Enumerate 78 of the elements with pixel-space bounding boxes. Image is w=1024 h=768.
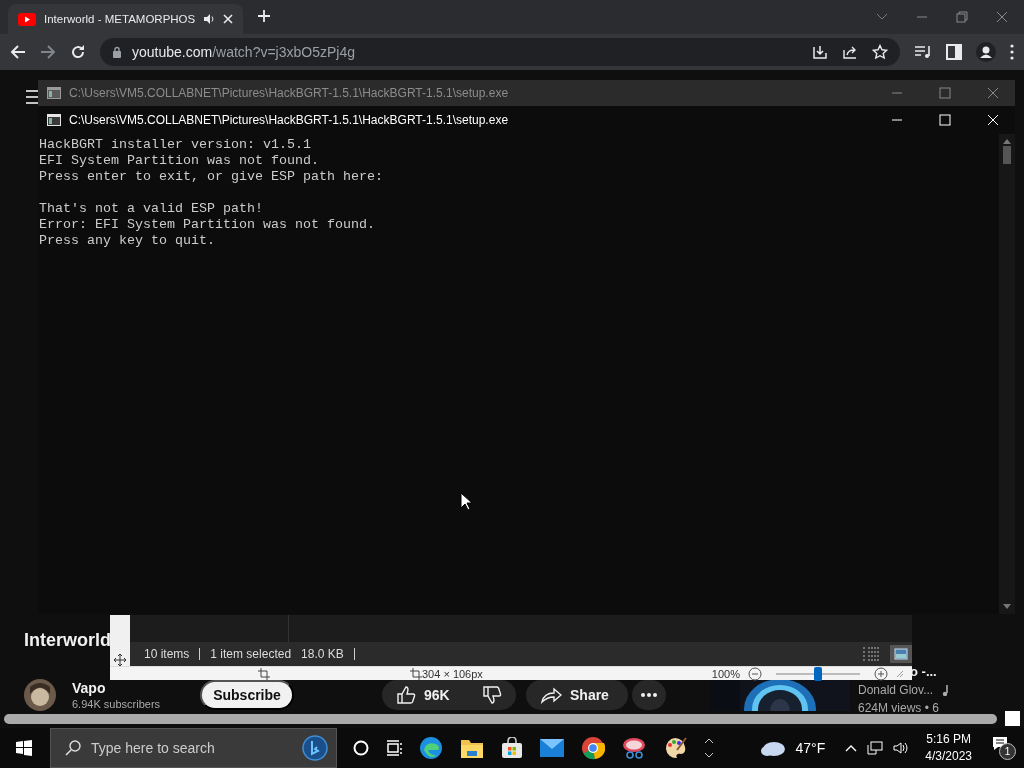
scroll-up-icon[interactable]: [705, 738, 713, 743]
folder-icon[interactable]: [460, 737, 484, 759]
avatar: [24, 679, 56, 711]
snipping-tool-icon[interactable]: [622, 736, 646, 760]
like-button[interactable]: 96K: [382, 680, 516, 710]
back-icon[interactable]: [10, 44, 26, 60]
crop-icon[interactable]: [410, 667, 422, 680]
mouse-cursor-icon: [460, 492, 472, 511]
task-view-icon[interactable]: [386, 740, 402, 756]
subscriber-count: 6.94K subscribers: [72, 698, 161, 710]
url-text: youtube.com/watch?v=j3xbO5zPj4g: [132, 44, 355, 60]
resize-grip-icon: [896, 669, 904, 678]
address-bar[interactable]: youtube.com/watch?v=j3xbO5zPj4g: [100, 38, 900, 66]
play-logo-icon: [18, 12, 36, 26]
chevron-up-icon[interactable]: [845, 744, 858, 752]
selection-size: 18.0 KB: [301, 647, 344, 661]
subscribe-button[interactable]: Subscribe: [200, 680, 294, 710]
thumbs-up-icon: [396, 685, 416, 705]
tab-title: Interworld - METAMORPHOS: [44, 13, 196, 25]
profile-icon[interactable]: [976, 42, 996, 62]
clock[interactable]: 5:16 PM 4/3/2023: [925, 731, 972, 765]
store-icon[interactable]: [501, 737, 523, 759]
bing-icon: [302, 735, 328, 761]
chevron-down-icon[interactable]: [876, 13, 888, 21]
new-tab-icon[interactable]: [257, 8, 272, 23]
speaker-icon: [203, 13, 216, 25]
suggestion-views: 624M views • 6: [858, 701, 939, 715]
channel-name[interactable]: Vapo: [72, 680, 106, 696]
star-icon[interactable]: [872, 44, 888, 60]
edge-icon[interactable]: [419, 736, 443, 760]
reload-icon[interactable]: [70, 44, 86, 60]
music-note-icon: [941, 684, 950, 696]
more-icon: [641, 693, 657, 697]
forward-icon[interactable]: [40, 44, 56, 60]
console-output: HackBGRT installer version: v1.5.1 EFI System Partition was not found. Press enter to exit, or give ESP path here: That's not a valid ESP path! Error: EFI System Partition was not found. Press any key to quit.: [38, 136, 383, 250]
paint-palette-icon[interactable]: [663, 736, 687, 760]
thumbs-down-icon: [482, 685, 502, 705]
windows-logo-icon[interactable]: [16, 740, 32, 756]
horizontal-scrollbar[interactable]: [4, 713, 997, 724]
share-arrow-icon: [540, 686, 562, 704]
download-icon[interactable]: [812, 44, 828, 60]
playlist-icon[interactable]: [914, 44, 932, 60]
large-icons-button[interactable]: [890, 645, 912, 663]
image-icon: [894, 648, 908, 660]
move-icon[interactable]: [114, 654, 126, 666]
restore-icon[interactable]: [956, 11, 968, 23]
browser-tab[interactable]: Interworld - METAMORPHOS: [8, 4, 244, 34]
details-view-icon[interactable]: [862, 647, 880, 661]
network-icon[interactable]: [867, 741, 884, 755]
console-icon: [47, 87, 61, 99]
image-dimensions: 304 × 106px: [422, 667, 483, 680]
selection-info: 1 item selected: [210, 647, 292, 661]
cloud-icon: [759, 740, 786, 756]
crop-icon[interactable]: [258, 667, 270, 680]
menu-icon[interactable]: [1010, 44, 1014, 60]
more-button[interactable]: [632, 680, 666, 710]
suggestion-artist: Donald Glov...: [858, 683, 934, 697]
volume-icon[interactable]: [893, 741, 910, 755]
video-title: Interworld: [24, 629, 111, 652]
chrome-icon[interactable]: [581, 736, 605, 760]
search-icon: [65, 740, 81, 756]
share-icon[interactable]: [842, 44, 858, 60]
window-title: C:\Users\VM5.COLLABNET\Pictures\HackBGRT-1.5.1\HackBGRT-1.5.1\setup.exe: [69, 86, 510, 100]
lock-icon: [112, 46, 122, 58]
search-field[interactable]: Type here to search: [50, 728, 337, 768]
scroll-down-icon[interactable]: [705, 753, 713, 758]
share-button[interactable]: Share: [526, 680, 628, 710]
item-count: 10 items: [144, 647, 190, 661]
side-panel-icon[interactable]: [946, 44, 962, 60]
console-icon: [47, 114, 61, 126]
zoom-level: 100%: [711, 667, 740, 680]
scroll-corner: [1005, 711, 1020, 726]
scrollbar-thumb[interactable]: [1003, 146, 1011, 164]
window-title: C:\Users\VM5.COLLABNET\Pictures\HackBGRT-1.5.1\HackBGRT-1.5.1\setup.exe: [69, 113, 510, 127]
zoom-in-icon[interactable]: [874, 666, 888, 681]
circle-icon[interactable]: [353, 740, 369, 756]
weather-temperature[interactable]: 47°F: [795, 740, 826, 756]
zoom-out-icon[interactable]: [748, 666, 762, 681]
